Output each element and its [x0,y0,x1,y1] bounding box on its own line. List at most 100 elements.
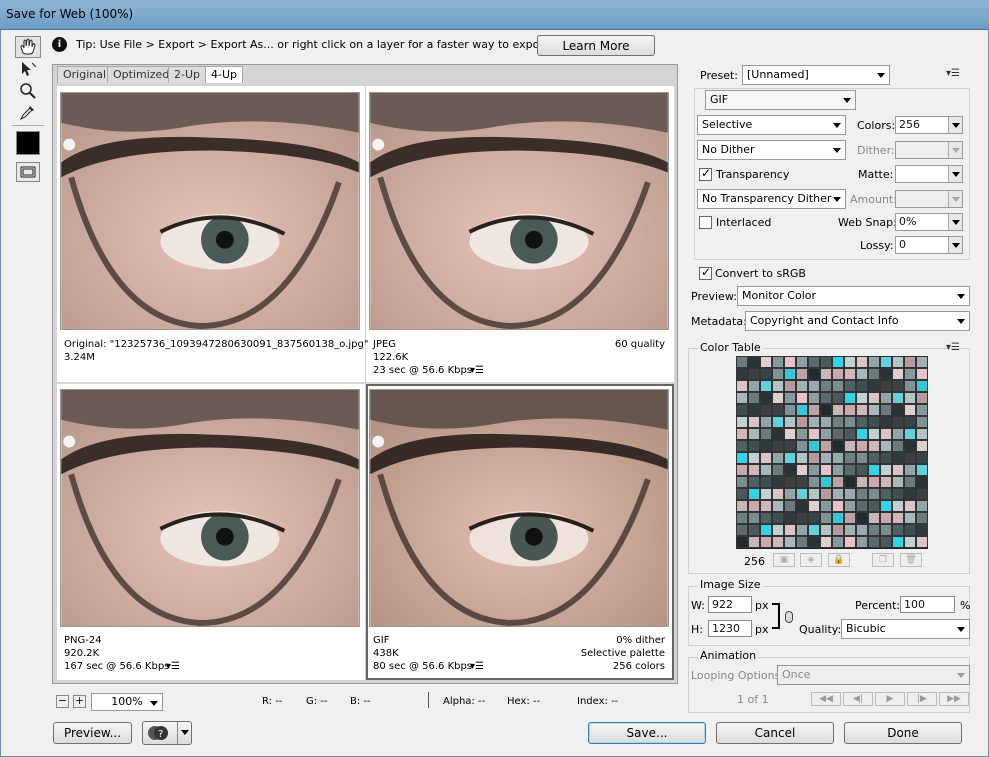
color-swatch[interactable] [916,356,928,368]
color-swatch[interactable] [892,500,904,512]
color-swatch[interactable] [748,536,760,548]
percent-field[interactable]: 100 [900,596,955,613]
colors-field[interactable]: 256 [895,116,963,134]
color-swatch[interactable] [904,500,916,512]
color-swatch[interactable] [856,440,868,452]
color-swatch[interactable] [796,452,808,464]
color-swatch[interactable] [772,440,784,452]
pane-gif-menu-icon[interactable]: ▾☰ [470,660,484,673]
color-swatch[interactable] [880,488,892,500]
color-swatch[interactable] [844,356,856,368]
color-swatch[interactable] [916,404,928,416]
color-swatch[interactable] [904,416,916,428]
color-swatch[interactable] [760,476,772,488]
tab-4up[interactable]: 4-Up [205,66,244,83]
color-swatch[interactable] [796,440,808,452]
color-swatch[interactable] [736,500,748,512]
color-swatch[interactable] [820,524,832,536]
color-swatch[interactable] [772,428,784,440]
color-swatch[interactable] [832,428,844,440]
color-swatch[interactable] [748,452,760,464]
color-swatch[interactable] [796,524,808,536]
color-swatch[interactable] [748,380,760,392]
color-swatch[interactable] [892,428,904,440]
color-swatch[interactable] [892,392,904,404]
color-swatch[interactable] [856,452,868,464]
color-swatch[interactable] [868,488,880,500]
color-swatch[interactable] [868,380,880,392]
color-swatch[interactable] [868,404,880,416]
height-field[interactable]: 1230 [708,620,752,637]
color-swatch[interactable] [904,524,916,536]
color-swatch[interactable] [844,392,856,404]
color-swatch[interactable] [760,416,772,428]
color-swatch[interactable] [820,464,832,476]
color-swatch[interactable] [796,536,808,548]
color-swatch[interactable] [736,368,748,380]
color-swatch[interactable] [748,464,760,476]
color-swatch[interactable] [904,428,916,440]
color-swatch[interactable] [796,356,808,368]
preset-menu-icon[interactable]: ▾☰ [946,68,960,79]
color-swatch[interactable] [904,512,916,524]
color-swatch[interactable] [892,416,904,428]
color-swatch[interactable] [844,500,856,512]
color-swatch[interactable] [868,476,880,488]
color-swatch[interactable] [796,392,808,404]
color-swatch[interactable] [868,500,880,512]
color-swatch[interactable] [880,356,892,368]
toggle-slices-icon[interactable] [16,162,40,182]
color-swatch[interactable] [856,524,868,536]
preset-dropdown[interactable]: [Unnamed] [742,65,890,85]
color-swatch[interactable] [868,440,880,452]
color-swatch[interactable] [760,452,772,464]
color-swatch[interactable] [784,380,796,392]
color-swatch[interactable] [784,512,796,524]
color-swatch[interactable] [820,476,832,488]
done-button[interactable]: Done [844,722,962,744]
color-swatch[interactable] [844,464,856,476]
color-swatch[interactable] [832,440,844,452]
color-swatch[interactable] [784,500,796,512]
color-swatch[interactable] [760,368,772,380]
color-swatch[interactable] [784,536,796,548]
eyedropper-tool-icon[interactable] [15,101,41,123]
color-swatch[interactable] [916,512,928,524]
color-swatch[interactable] [820,536,832,548]
color-swatch[interactable] [760,392,772,404]
color-swatch[interactable] [916,488,928,500]
metadata-dropdown[interactable]: Copyright and Contact Info [745,311,970,331]
matte-dropdown-icon[interactable] [948,166,962,182]
color-swatch[interactable] [748,440,760,452]
color-swatch[interactable] [748,512,760,524]
color-swatch[interactable] [772,452,784,464]
color-swatch[interactable] [880,500,892,512]
color-swatch[interactable] [832,464,844,476]
color-swatch[interactable] [916,416,928,428]
color-swatch[interactable] [736,380,748,392]
color-swatch[interactable] [904,476,916,488]
color-swatch[interactable] [820,416,832,428]
color-swatch[interactable] [904,404,916,416]
color-swatch[interactable] [856,404,868,416]
zoom-tool-icon[interactable] [15,80,41,102]
color-swatch[interactable] [856,488,868,500]
browser-preview-button[interactable]: ? [142,721,192,745]
color-swatch[interactable] [856,476,868,488]
color-swatch[interactable] [772,512,784,524]
color-swatch[interactable] [772,404,784,416]
color-swatch[interactable] [796,416,808,428]
color-swatch[interactable] [880,428,892,440]
color-swatch[interactable] [892,512,904,524]
color-swatch[interactable] [748,368,760,380]
color-swatch[interactable] [772,500,784,512]
color-swatch[interactable] [844,452,856,464]
color-swatch[interactable] [784,368,796,380]
color-swatch[interactable] [892,440,904,452]
color-swatch[interactable] [820,452,832,464]
color-swatch[interactable] [796,404,808,416]
color-swatch[interactable] [880,452,892,464]
color-swatch[interactable] [808,488,820,500]
color-swatch[interactable] [808,380,820,392]
color-swatch[interactable] [808,536,820,548]
